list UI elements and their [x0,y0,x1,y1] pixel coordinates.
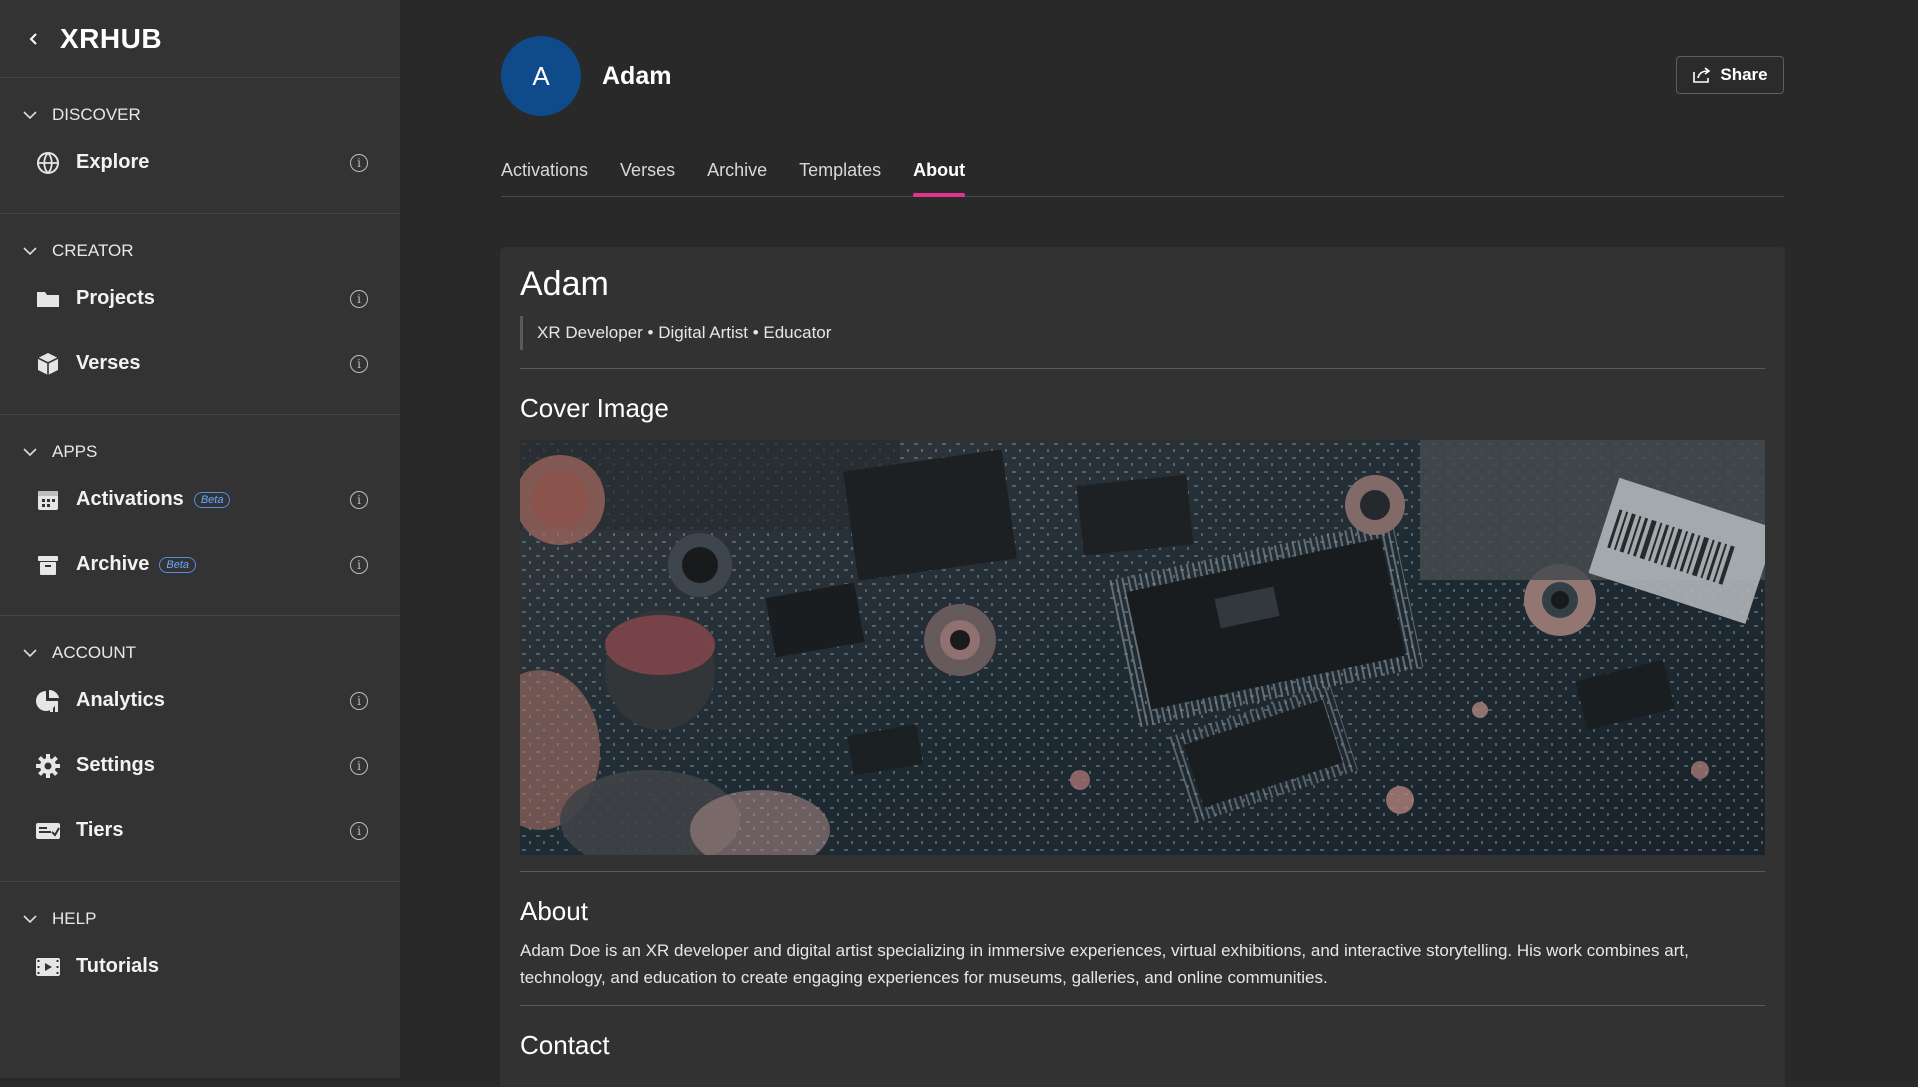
section-toggle-discover[interactable]: DISCOVER [0,100,400,130]
section-toggle-help[interactable]: HELP [0,904,400,934]
sidebar-item-activations[interactable]: Activations Beta i [0,467,400,532]
profile-header: A Adam [501,36,671,116]
share-button[interactable]: Share [1676,56,1784,94]
gear-icon [34,752,62,780]
section-toggle-account[interactable]: ACCOUNT [0,638,400,668]
sidebar-item-label: Tutorials [76,955,159,977]
info-icon[interactable]: i [350,354,368,373]
cover-heading: Cover Image [520,393,669,423]
video-icon [34,953,62,981]
about-card: Adam XR Developer • Digital Artist • Edu… [500,247,1785,1087]
sidebar-item-explore[interactable]: Explore i [0,130,400,195]
info-icon[interactable]: i [350,555,368,574]
section-help: HELP Tutorials [0,882,400,1017]
section-discover: DISCOVER Explore i [0,78,400,214]
info-icon[interactable]: i [350,490,368,509]
sidebar-item-archive[interactable]: Archive Beta i [0,532,400,597]
profile-name: Adam [602,61,672,90]
app-title: XRHUB [60,22,163,54]
chevron-down-icon [23,111,37,120]
tab-templates[interactable]: Templates [799,150,881,196]
sidebar-item-label: Tiers [76,819,124,841]
sidebar-header: XRHUB [0,0,400,78]
share-label: Share [1720,65,1768,84]
section-account: ACCOUNT Analytics i Settings i Tiers i [0,616,400,882]
sidebar-item-label: Analytics [76,689,165,711]
sidebar: XRHUB DISCOVER Explore i CREATOR Project… [0,0,400,1078]
divider [520,368,1765,369]
section-title: HELP [52,909,97,928]
sidebar-item-verses[interactable]: Verses i [0,331,400,396]
sidebar-item-projects[interactable]: Projects i [0,266,400,331]
about-text: Adam Doe is an XR developer and digital … [520,941,1689,987]
sidebar-item-tutorials[interactable]: Tutorials [0,934,400,999]
info-icon[interactable]: i [350,153,368,172]
avatar[interactable]: A [501,36,581,116]
sidebar-item-label: Settings [76,754,155,776]
beta-badge: Beta [193,491,231,508]
sidebar-item-settings[interactable]: Settings i [0,733,400,798]
info-icon[interactable]: i [350,691,368,710]
tab-activations[interactable]: Activations [501,150,588,196]
beta-badge: Beta [159,556,197,573]
main-content: A Adam Share Activations Verses Archive … [400,0,1918,1087]
section-apps: APPS Activations Beta i Archive Beta i [0,415,400,616]
about-heading: About [520,896,588,926]
section-title: CREATOR [52,241,134,260]
tab-verses[interactable]: Verses [620,150,675,196]
analytics-icon [34,687,62,715]
sidebar-item-label: Archive [76,553,150,575]
sidebar-item-label: Explore [76,151,150,173]
back-button[interactable] [20,25,48,53]
profile-tabs: Activations Verses Archive Templates Abo… [501,150,1784,197]
sidebar-item-tiers[interactable]: Tiers i [0,798,400,863]
sidebar-item-label: Activations [76,488,184,510]
divider [520,1005,1765,1006]
section-title: APPS [52,442,98,461]
section-toggle-creator[interactable]: CREATOR [0,236,400,266]
info-icon[interactable]: i [350,821,368,840]
globe-icon [34,149,62,177]
section-toggle-apps[interactable]: APPS [0,437,400,467]
chevron-down-icon [23,915,37,924]
sidebar-item-label: Projects [76,287,155,309]
chevron-down-icon [23,448,37,457]
tab-about[interactable]: About [913,150,965,197]
cover-image [520,440,1765,855]
divider [520,871,1765,872]
cube-icon [34,350,62,378]
sidebar-item-label: Verses [76,352,141,374]
archive-icon [34,551,62,579]
info-icon[interactable]: i [350,756,368,775]
chevron-down-icon [23,649,37,658]
info-icon[interactable]: i [350,289,368,308]
calendar-icon [34,486,62,514]
chevron-left-icon [29,32,37,45]
chevron-down-icon [23,247,37,256]
tagline: XR Developer • Digital Artist • Educator [520,316,1765,350]
card-title: Adam [520,265,609,303]
section-creator: CREATOR Projects i Verses i [0,214,400,415]
share-icon [1693,67,1711,83]
section-title: DISCOVER [52,105,141,124]
sidebar-item-analytics[interactable]: Analytics i [0,668,400,733]
folder-icon [34,285,62,313]
tab-archive[interactable]: Archive [707,150,767,196]
ticket-icon [34,817,62,845]
section-title: ACCOUNT [52,643,137,662]
contact-heading: Contact [520,1030,610,1060]
